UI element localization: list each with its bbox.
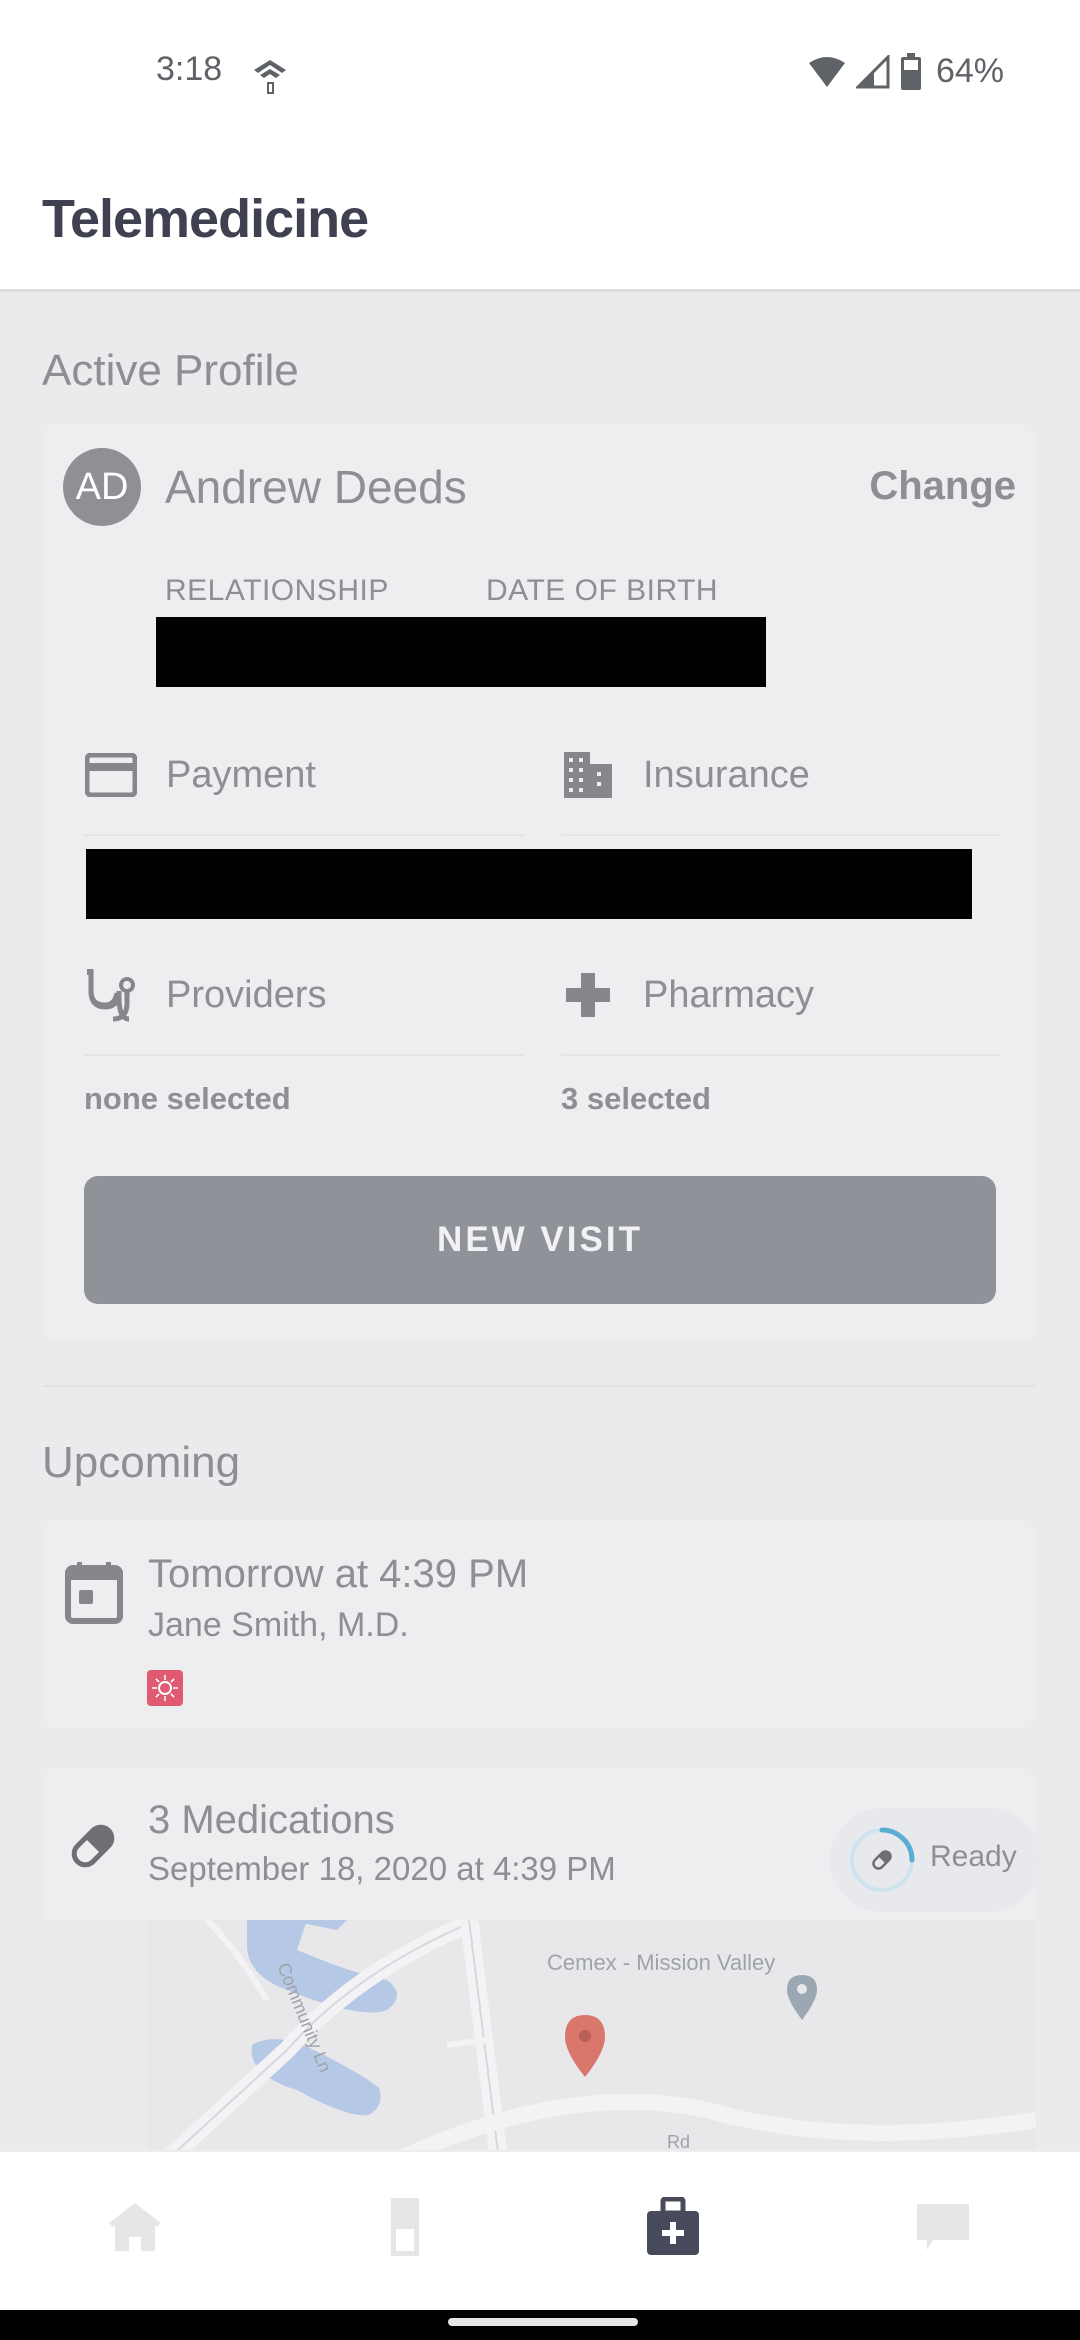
providers-value: none selected	[84, 1081, 291, 1116]
battery-icon	[900, 52, 921, 90]
payment-row[interactable]: Payment	[84, 716, 524, 836]
payment-label: Payment	[166, 753, 316, 796]
credit-card-icon	[84, 748, 138, 802]
building-icon	[561, 748, 615, 802]
map-road-label: Rd	[667, 2132, 691, 2150]
medical-cross-icon	[561, 968, 615, 1022]
section-divider	[43, 1385, 1036, 1387]
bottom-navigation	[0, 2150, 1080, 2310]
home-gesture-handle[interactable]	[448, 2318, 638, 2326]
battery-percent: 64%	[935, 52, 1004, 90]
new-visit-button[interactable]: NEW VISIT	[84, 1176, 996, 1304]
avatar: AD	[63, 448, 141, 526]
hotspot-icon	[254, 60, 286, 94]
prescription-status-chip[interactable]: Ready	[830, 1808, 1040, 1912]
nav-telemedicine[interactable]	[638, 2192, 708, 2262]
home-icon	[109, 2203, 161, 2251]
medications-title: 3 Medications	[148, 1798, 395, 1842]
nav-records[interactable]	[370, 2192, 440, 2262]
pharmacy-label: Pharmacy	[643, 973, 815, 1016]
date-of-birth-label: DATE OF BIRTH	[486, 574, 719, 607]
pharmacy-map[interactable]: Cemex - Mission Valley Community Ln Rd	[147, 1920, 1036, 2150]
pill-icon	[71, 1824, 115, 1868]
screen: 3:18 64% Telemedicine Active Profile AD …	[0, 0, 1080, 2340]
provider-badge	[147, 1670, 183, 1706]
page-title: Telemedicine	[42, 189, 369, 249]
pharmacy-row[interactable]: Pharmacy	[561, 936, 1001, 1056]
system-gesture-bar	[0, 2310, 1080, 2340]
upcoming-heading: Upcoming	[42, 1438, 241, 1487]
redacted-profile-details	[156, 617, 766, 687]
cell-signal-icon	[855, 54, 890, 88]
status-icons: 64%	[808, 52, 1004, 91]
relationship-label: RELATIONSHIP	[165, 574, 389, 607]
redacted-payment-insurance	[86, 849, 972, 919]
appointment-card[interactable]: Tomorrow at 4:39 PM Jane Smith, M.D.	[43, 1520, 1036, 1728]
calendar-icon	[65, 1562, 123, 1624]
insurance-row[interactable]: Insurance	[561, 716, 1001, 836]
medications-card[interactable]: 3 Medications September 18, 2020 at 4:39…	[43, 1768, 1040, 1920]
appointment-time: Tomorrow at 4:39 PM	[148, 1552, 529, 1596]
pharmacy-value: 3 selected	[561, 1081, 711, 1116]
nav-messages[interactable]	[908, 2192, 978, 2262]
profile-name: Andrew Deeds	[165, 461, 467, 513]
providers-row[interactable]: Providers	[84, 936, 524, 1056]
status-label: Ready	[930, 1840, 1017, 1873]
map-place-label: Cemex - Mission Valley	[547, 1950, 776, 1975]
app-header: Telemedicine	[0, 150, 1080, 292]
pill-small-icon	[872, 1850, 892, 1870]
progress-ring	[849, 1827, 915, 1893]
active-profile-heading: Active Profile	[42, 346, 299, 395]
active-profile-card: AD Andrew Deeds Change RELATIONSHIP DATE…	[43, 424, 1036, 1340]
chat-bubble-icon	[917, 2204, 969, 2250]
records-icon	[391, 2198, 419, 2256]
insurance-label: Insurance	[643, 753, 810, 796]
providers-label: Providers	[166, 973, 327, 1016]
change-profile-button[interactable]: Change	[869, 464, 1016, 509]
sun-logo-icon	[152, 1675, 178, 1701]
medications-date: September 18, 2020 at 4:39 PM	[148, 1850, 616, 1887]
appointment-provider: Jane Smith, M.D.	[148, 1606, 409, 1644]
status-bar: 3:18 64%	[0, 0, 1080, 150]
stethoscope-icon	[84, 968, 138, 1022]
status-time: 3:18	[156, 50, 223, 88]
wifi-icon	[808, 56, 845, 87]
nav-home[interactable]	[100, 2192, 170, 2262]
medical-kit-icon	[647, 2197, 699, 2255]
